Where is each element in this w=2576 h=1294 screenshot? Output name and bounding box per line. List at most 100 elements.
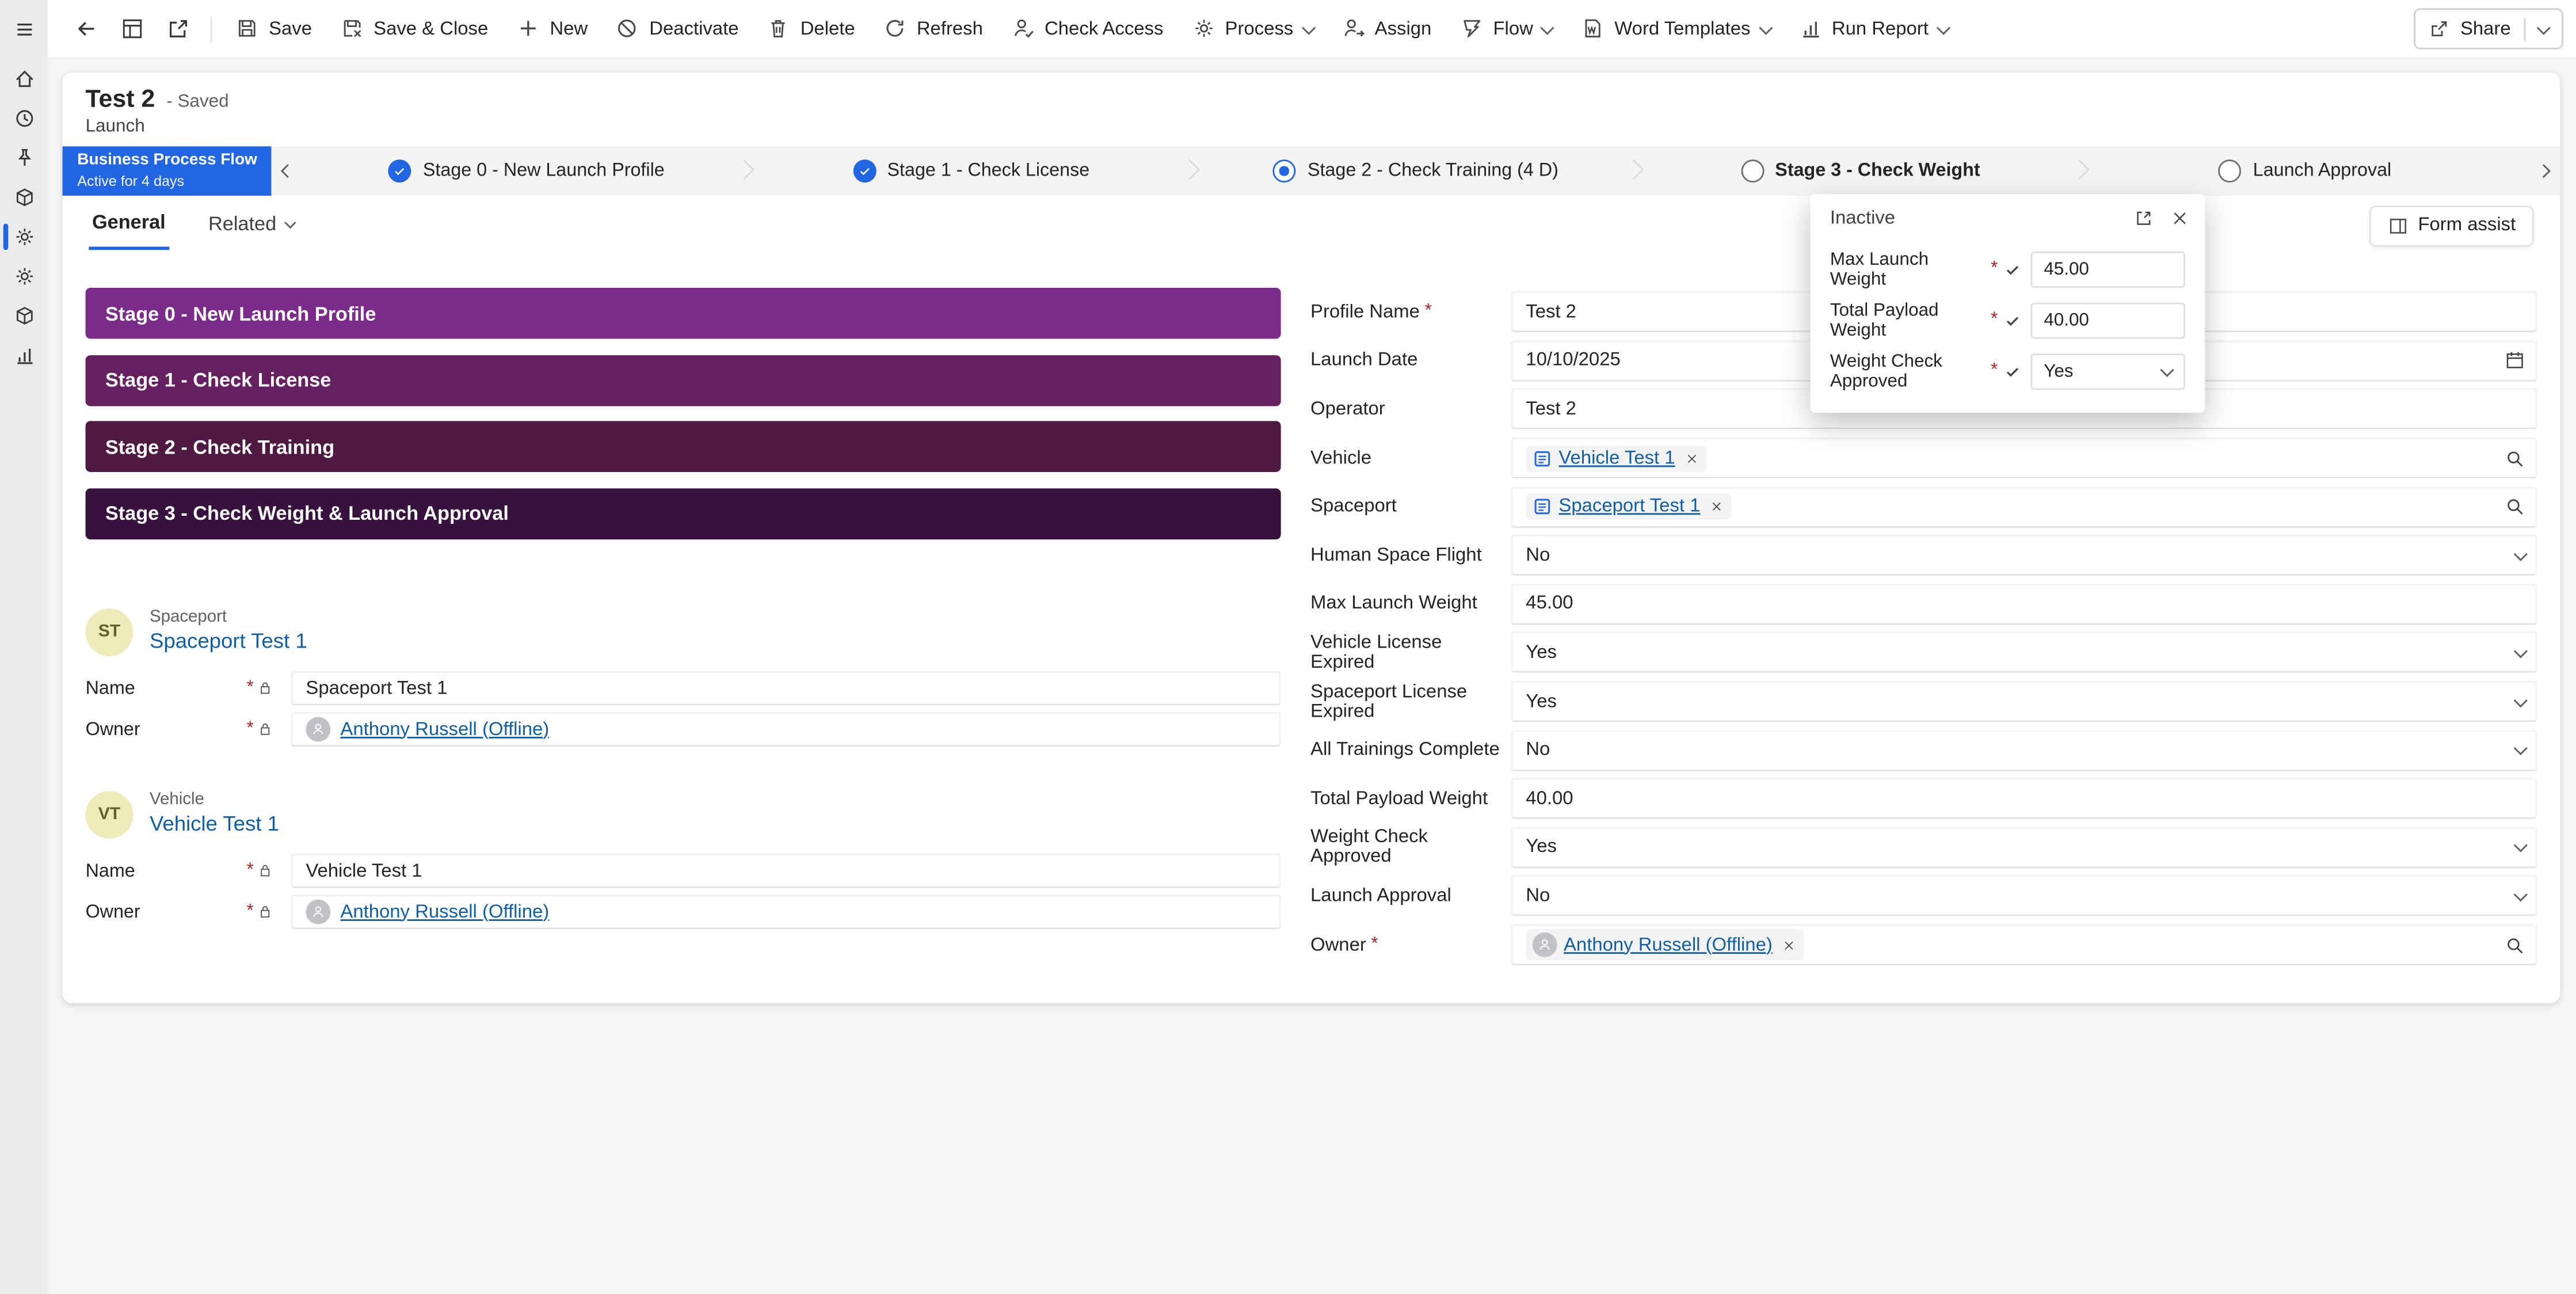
weight-check-approved-field[interactable]: Yes xyxy=(1511,827,2537,869)
assign-button[interactable]: Assign xyxy=(1328,7,1445,50)
flow-icon xyxy=(1460,17,1483,40)
chevron-down-icon xyxy=(2513,887,2528,902)
sidebar-item-recent[interactable] xyxy=(0,98,48,138)
field-label: Owner xyxy=(85,902,140,922)
record-link[interactable]: Vehicle Test 1 xyxy=(1558,448,1675,468)
record-link[interactable]: Vehicle Test 1 xyxy=(150,810,279,835)
pin-icon xyxy=(12,146,35,169)
record-link[interactable]: Spaceport Test 1 xyxy=(1558,497,1700,516)
back-button[interactable] xyxy=(64,7,108,50)
sidebar-item-reports[interactable] xyxy=(0,336,48,375)
field-row: Owner * Anthony Russell (Offline) xyxy=(86,711,1281,748)
owner-link[interactable]: Anthony Russell (Offline) xyxy=(1564,935,1773,954)
bpf-stage-0[interactable]: Stage 0 - New Launch Profile xyxy=(304,146,749,196)
field-row: Vehicle Vehicle Test 1 xyxy=(1310,434,2537,483)
person-arrow-icon xyxy=(1341,17,1365,40)
search-icon[interactable] xyxy=(2504,934,2525,956)
bpf-badge[interactable]: Business Process Flow Active for 4 days xyxy=(62,146,272,196)
record-header: Test 2 - Saved Launch xyxy=(63,73,2560,137)
form-assist-button[interactable]: Form assist xyxy=(2368,204,2534,246)
chevron-down-icon xyxy=(284,216,296,228)
sidebar-item-home[interactable] xyxy=(0,59,48,99)
gear-icon xyxy=(12,225,35,248)
avatar xyxy=(306,899,331,924)
owner-link[interactable]: Anthony Russell (Offline) xyxy=(340,720,549,739)
run-report-button[interactable]: Run Report xyxy=(1785,7,1961,50)
stage-upcoming-icon xyxy=(1740,159,1764,183)
bpf-stage-2[interactable]: Stage 2 - Check Training (4 D) xyxy=(1194,146,1638,196)
save-and-close-button[interactable]: Save & Close xyxy=(327,7,501,50)
share-button[interactable]: Share xyxy=(2414,8,2564,50)
bpf-scroll-right[interactable] xyxy=(2527,146,2560,196)
bpf-stage-4[interactable]: Launch Approval xyxy=(2083,146,2528,196)
total-payload-weight-field[interactable]: 40.00 xyxy=(1511,778,2537,820)
spaceport-lookup-field[interactable]: Spaceport Test 1 xyxy=(1511,486,2537,528)
tab-related[interactable]: Related xyxy=(205,212,298,249)
total-payload-weight-input[interactable]: 40.00 xyxy=(2030,302,2185,338)
tab-general[interactable]: General xyxy=(89,211,169,250)
refresh-button[interactable]: Refresh xyxy=(870,7,996,50)
remove-icon[interactable] xyxy=(1782,938,1796,952)
focused-view-button[interactable] xyxy=(110,7,154,50)
check-icon xyxy=(2005,261,2021,277)
search-icon[interactable] xyxy=(2504,447,2525,469)
bpf-stage-3[interactable]: Stage 3 - Check Weight xyxy=(1638,146,2083,196)
spaceport-license-expired-field[interactable]: Yes xyxy=(1511,680,2537,722)
remove-icon[interactable] xyxy=(1710,500,1724,513)
max-launch-weight-field[interactable]: 45.00 xyxy=(1511,583,2537,625)
lookup-pill: Vehicle Test 1 xyxy=(1526,445,1706,471)
delete-button[interactable]: Delete xyxy=(753,7,868,50)
owner-link[interactable]: Anthony Russell (Offline) xyxy=(340,902,549,922)
sidebar-item-entity-1[interactable] xyxy=(0,178,48,218)
calendar-icon[interactable] xyxy=(2504,350,2525,371)
divider xyxy=(2524,17,2526,40)
sidebar-item-entity-2[interactable] xyxy=(0,296,48,336)
menu-icon[interactable] xyxy=(0,0,48,59)
word-templates-button[interactable]: Word Templates xyxy=(1568,7,1784,50)
vehicle-lookup-field[interactable]: Vehicle Test 1 xyxy=(1511,437,2537,479)
owner-lookup-field[interactable]: Anthony Russell (Offline) xyxy=(1511,924,2537,966)
human-space-flight-field[interactable]: No xyxy=(1511,535,2537,576)
required-asterisk: * xyxy=(1991,309,1998,329)
vehicle-license-expired-field[interactable]: Yes xyxy=(1511,632,2537,673)
field-label: Name xyxy=(85,861,135,881)
max-launch-weight-input[interactable]: 45.00 xyxy=(2030,250,2185,287)
gear-icon xyxy=(12,265,35,288)
check-access-button[interactable]: Check Access xyxy=(998,7,1177,50)
save-close-icon xyxy=(340,17,364,40)
chevron-down-icon xyxy=(2160,362,2174,376)
search-icon[interactable] xyxy=(2504,496,2525,517)
check-icon xyxy=(2005,311,2021,328)
weight-check-approved-select[interactable]: Yes xyxy=(2030,352,2185,389)
chevron-down-icon xyxy=(1301,20,1316,35)
vehicle-card: VT Vehicle Vehicle Test 1 Name * Vehicle… xyxy=(85,790,1281,930)
spaceport-name-field[interactable]: Spaceport Test 1 xyxy=(291,671,1281,706)
deactivate-button[interactable]: Deactivate xyxy=(603,7,752,50)
expand-icon[interactable] xyxy=(2134,210,2153,229)
sidebar-item-processes[interactable] xyxy=(0,217,48,257)
new-button[interactable]: New xyxy=(503,7,601,50)
cube-icon xyxy=(12,186,35,209)
save-button[interactable]: Save xyxy=(222,7,325,50)
popout-button[interactable] xyxy=(156,7,200,50)
flow-button[interactable]: Flow xyxy=(1446,7,1566,50)
field-row: Owner * Anthony Russell (Offline) xyxy=(86,894,1281,930)
field-row: Total Payload Weight 40.00 xyxy=(1310,774,2537,823)
field-row: Weight Check Approved * Yes xyxy=(1811,345,2205,397)
vehicle-name-field[interactable]: Vehicle Test 1 xyxy=(291,853,1281,888)
record-link[interactable]: Spaceport Test 1 xyxy=(150,627,307,652)
bpf-stage-1[interactable]: Stage 1 - Check License xyxy=(749,146,1194,196)
process-button[interactable]: Process xyxy=(1178,7,1326,50)
sidebar-item-pinned[interactable] xyxy=(0,138,48,178)
vehicle-owner-field[interactable]: Anthony Russell (Offline) xyxy=(291,895,1281,930)
field-row: Name * Spaceport Test 1 xyxy=(86,670,1281,706)
share-icon xyxy=(2429,18,2451,39)
all-trainings-complete-field[interactable]: No xyxy=(1511,729,2537,771)
spaceport-owner-field[interactable]: Anthony Russell (Offline) xyxy=(291,712,1281,747)
launch-approval-field[interactable]: No xyxy=(1511,876,2537,917)
close-icon[interactable] xyxy=(2170,210,2189,229)
bar-chart-icon xyxy=(1798,17,1822,40)
sidebar-item-settings[interactable] xyxy=(0,257,48,296)
bpf-scroll-left[interactable] xyxy=(271,146,304,196)
remove-icon[interactable] xyxy=(1685,451,1698,465)
